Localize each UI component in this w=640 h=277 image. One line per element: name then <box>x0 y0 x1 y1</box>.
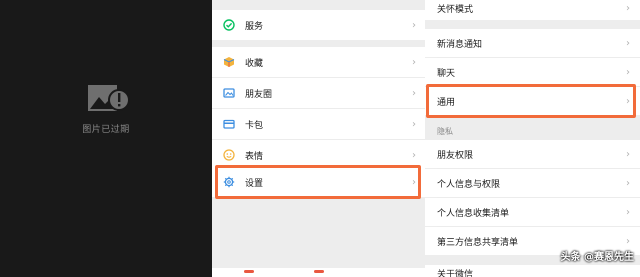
privacy-section-header: 隐私 <box>437 127 453 136</box>
chevron-right-icon: › <box>412 149 416 161</box>
chevron-right-icon: › <box>412 56 416 68</box>
chevron-right-icon: › <box>626 177 630 189</box>
settings-item-label: 个人信息与权限 <box>437 179 501 190</box>
chevron-right-icon: › <box>626 3 630 14</box>
settings-item-chat[interactable]: 聊天 › <box>425 58 640 86</box>
watermark-text: 头条 @赛恩先生 <box>560 252 634 263</box>
broken-image-icon <box>88 85 130 111</box>
chevron-right-icon: › <box>626 235 630 247</box>
settings-highlight-box <box>215 165 421 199</box>
menu-item-service[interactable]: 服务 › <box>212 10 425 40</box>
menu-item-label: 收藏 <box>245 58 264 69</box>
menu-item-label: 朋友圈 <box>245 89 273 100</box>
menu-item-card-wallet[interactable]: 卡包 › <box>212 109 425 139</box>
chevron-right-icon: › <box>626 37 630 49</box>
settings-item-label: 第三方信息共享清单 <box>437 237 519 248</box>
settings-item-label: 朋友权限 <box>437 150 474 161</box>
me-menu-panel: 服务 › 收藏 › 朋友圈 › 卡包 › 表情 › 设置 › <box>212 0 425 277</box>
menu-item-moments[interactable]: 朋友圈 › <box>212 78 425 108</box>
settings-item-friend-permissions[interactable]: 朋友权限 › <box>425 140 640 168</box>
card-wallet-icon <box>223 118 235 130</box>
service-icon <box>223 19 235 31</box>
settings-panel: 关怀模式 › 新消息通知 › 聊天 › 通用 › 隐私 朋友权限 › 个人信息与… <box>425 0 640 277</box>
menu-item-favorites[interactable]: 收藏 › <box>212 47 425 77</box>
menu-item-label: 服务 <box>245 21 264 32</box>
general-highlight-box <box>426 84 636 118</box>
watermark: 头条 @赛恩先生 <box>561 248 634 263</box>
expired-image-panel: 图片已过期 <box>0 0 212 277</box>
chevron-right-icon: › <box>412 87 416 99</box>
menu-item-label: 表情 <box>245 151 264 162</box>
settings-item-label: 个人信息收集清单 <box>437 208 510 219</box>
settings-item-label: 聊天 <box>437 68 456 79</box>
chevron-right-icon: › <box>626 206 630 218</box>
settings-item-personal-info-permissions[interactable]: 个人信息与权限 › <box>425 169 640 197</box>
favorites-icon <box>223 56 235 68</box>
emoji-icon <box>223 149 235 161</box>
settings-item-personal-info-collection-list[interactable]: 个人信息收集清单 › <box>425 198 640 226</box>
expired-label: 图片已过期 <box>82 125 130 135</box>
settings-item-label: 新消息通知 <box>437 39 483 50</box>
chevron-right-icon: › <box>412 118 416 130</box>
chevron-right-icon: › <box>412 19 416 31</box>
settings-item-label: 关于微信 <box>437 270 474 277</box>
chevron-right-icon: › <box>626 148 630 160</box>
menu-item-partial <box>212 268 425 277</box>
menu-item-label: 卡包 <box>245 120 264 131</box>
moments-icon <box>223 87 235 99</box>
settings-item-new-message-notification[interactable]: 新消息通知 › <box>425 29 640 57</box>
settings-item-care-mode[interactable]: 关怀模式 › <box>425 0 640 20</box>
chevron-right-icon: › <box>626 66 630 78</box>
settings-item-about-wechat[interactable]: 关于微信 <box>425 265 640 277</box>
settings-item-label: 关怀模式 <box>437 5 474 15</box>
